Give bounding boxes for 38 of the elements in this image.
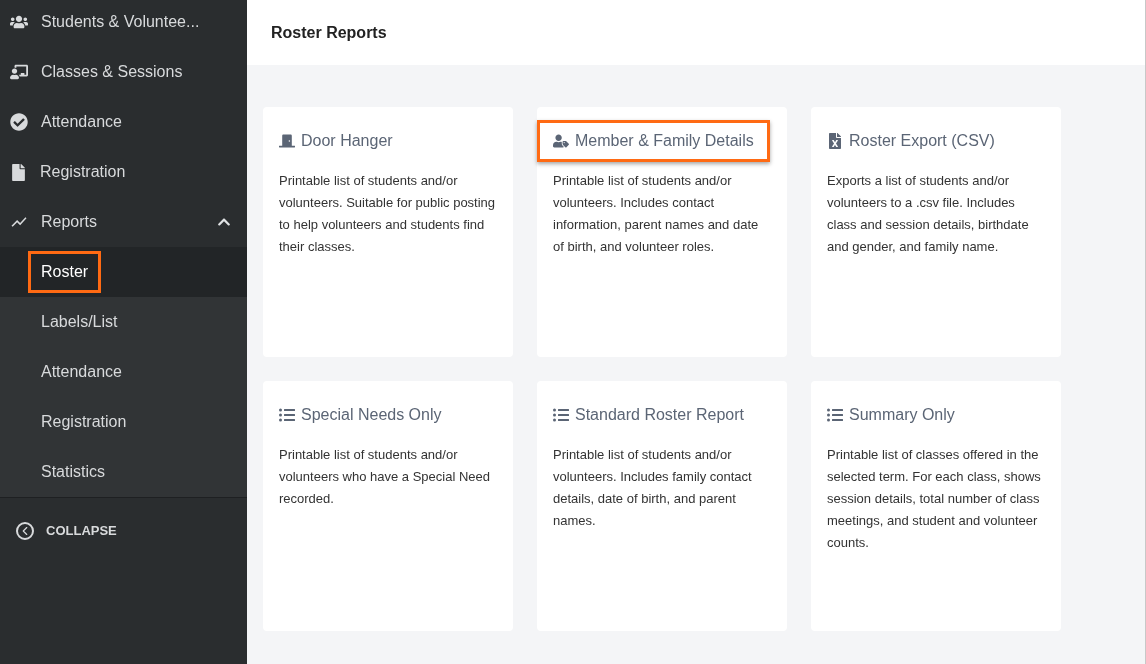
report-card[interactable]: Member & Family Details Printable list of students and/or volunteers. Includes contact information, parent names and date of birth, and volunteer roles. — [537, 107, 787, 357]
door-icon — [279, 133, 295, 149]
card-description: Printable list of students and/or volunteers. Includes contact information, parent names and date of birth, and volunteer roles. — [553, 172, 760, 256]
submenu-item[interactable]: Labels/List — [28, 301, 131, 343]
card-description: Printable list of students and/or volunteers. Includes family contact details, date of birth, and parent names. — [553, 446, 753, 530]
report-card[interactable]: Special Needs Only Printable list of students and/or volunteers who have a Special Need recorded. — [263, 381, 513, 631]
card-description: Printable list of classes offered in the selected term. For each class, shows session details, total number of class meetings, and student and volunteer counts. — [827, 446, 1042, 552]
card-description: Exports a list of students and/or volunteers to a .csv file. Includes class and session details, birthdate and gender, and family name. — [827, 172, 1030, 256]
submenu-item[interactable]: Attendance — [28, 351, 135, 393]
card-description: Printable list of students and/or volunteers who have a Special Need recorded. — [279, 446, 492, 508]
report-card[interactable]: Roster Export (CSV) Exports a list of students and/or volunteers to a .csv file. Includes class and session details, birthdate and gender, and family name. — [811, 107, 1061, 357]
card-title[interactable]: Summary Only — [849, 403, 955, 427]
classroom-icon — [10, 63, 28, 81]
card-title[interactable]: Roster Export (CSV) — [849, 129, 995, 153]
people-icon — [10, 13, 28, 31]
submenu-item[interactable]: Registration — [28, 401, 140, 443]
nav-item[interactable]: Registration — [0, 147, 247, 197]
list-icon — [279, 407, 295, 423]
submenu-item[interactable]: Roster — [28, 251, 102, 293]
nav-item[interactable]: Classes & Sessions — [0, 47, 247, 97]
nav-item[interactable]: Students & Voluntee... — [0, 0, 247, 47]
spreadsheet-file-icon — [827, 133, 843, 149]
report-card[interactable]: Standard Roster Report Printable list of students and/or volunteers. Includes family contact details, date of birth, and parent names. — [537, 381, 787, 631]
nav-item[interactable]: Reports — [0, 197, 247, 247]
collapse-button[interactable]: COLLAPSE — [0, 498, 247, 564]
nav-item[interactable]: Attendance — [0, 97, 247, 147]
list-icon — [553, 407, 569, 423]
document-icon — [11, 163, 26, 181]
list-icon — [827, 407, 843, 423]
user-tag-icon — [553, 133, 569, 149]
report-card[interactable]: Summary Only Printable list of classes offered in the selected term. For each class, shows session details, total number of class meetings, and student and volunteer counts. — [811, 381, 1061, 631]
card-title[interactable]: Standard Roster Report — [575, 403, 744, 427]
card-description: Printable list of students and/or volunteers. Suitable for public posting to help volunteers and students find their classes. — [279, 172, 497, 256]
report-card[interactable]: Door Hanger Printable list of students and/or volunteers. Suitable for public posting to help volunteers and students find their classes. — [263, 107, 513, 357]
page-title: Roster Reports — [271, 22, 387, 43]
submenu-item[interactable]: Statistics — [28, 451, 118, 493]
card-title[interactable]: Special Needs Only — [301, 403, 442, 427]
card-title[interactable]: Door Hanger — [301, 129, 393, 153]
